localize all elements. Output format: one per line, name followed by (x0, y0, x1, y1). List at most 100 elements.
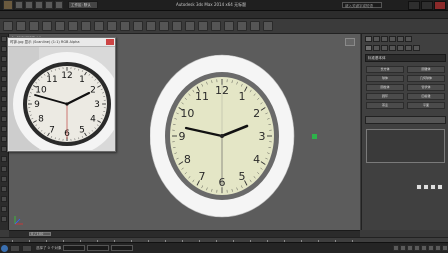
panel-icon[interactable] (430, 184, 436, 190)
object-type-grid: 长方体 圆锥体 球体 几何球体 圆柱体 管状体 圆环 四棱锥 茶壶 平面 (362, 64, 448, 111)
status-bar: 选择了 0 个对象 (0, 242, 448, 253)
save-file-icon[interactable] (35, 1, 43, 9)
link-icon[interactable] (29, 21, 39, 31)
strip-tool-icon[interactable] (1, 166, 7, 172)
object-type-button[interactable]: 圆柱体 (366, 84, 404, 91)
next-frame-icon[interactable] (414, 245, 420, 251)
new-file-icon[interactable] (15, 1, 23, 9)
time-slider[interactable]: 0 / 100 (9, 230, 360, 237)
app-title: Autodesk 3ds Max 2014 x64 无标题 (176, 2, 246, 8)
go-to-end-icon[interactable] (421, 245, 427, 251)
play-icon[interactable] (407, 245, 413, 251)
angle-snap-icon[interactable] (159, 21, 169, 31)
strip-tool-icon[interactable] (1, 156, 7, 162)
object-type-button[interactable]: 球体 (366, 75, 404, 82)
clock-numeral: 7 (199, 170, 206, 183)
viewcube-icon[interactable] (345, 38, 355, 46)
name-and-color-field[interactable] (365, 116, 446, 124)
image-viewer-window[interactable]: 时钟.jpg 显示 (Scanline) (1:1) RGB Alpha 121… (7, 37, 116, 152)
curve-editor-icon[interactable] (211, 21, 221, 31)
transform-gizmo[interactable] (312, 134, 317, 139)
display-tab-icon[interactable] (397, 36, 404, 42)
clock-numeral: 11 (46, 75, 57, 85)
search-input[interactable]: 键入关键字或短语 (342, 2, 382, 8)
undo-tool-icon[interactable] (3, 21, 13, 31)
redo-icon[interactable] (55, 1, 63, 9)
strip-tool-icon[interactable] (1, 176, 7, 182)
prev-frame-icon[interactable] (400, 245, 406, 251)
render-setup-icon[interactable] (250, 21, 260, 31)
primitive-type-dropdown[interactable]: 标准基本体 (365, 54, 446, 62)
image-window-close-button[interactable] (106, 39, 114, 45)
helpers-category-icon[interactable] (397, 45, 404, 51)
taskbar-app[interactable] (10, 245, 20, 252)
x-coord-field[interactable] (63, 245, 85, 251)
mirror-icon[interactable] (172, 21, 182, 31)
geometry-category-icon[interactable] (365, 45, 372, 51)
rotate-icon[interactable] (120, 21, 130, 31)
modify-tab-icon[interactable] (373, 36, 380, 42)
playback-controls (392, 245, 448, 251)
strip-tool-icon[interactable] (1, 206, 7, 212)
go-to-start-icon[interactable] (393, 245, 399, 251)
image-window-titlebar[interactable]: 时钟.jpg 显示 (Scanline) (1:1) RGB Alpha (8, 38, 115, 47)
select-icon[interactable] (68, 21, 78, 31)
bind-icon[interactable] (55, 21, 65, 31)
panel-icon[interactable] (423, 184, 429, 190)
clock-numeral: 9 (34, 100, 40, 110)
object-type-button[interactable]: 几何球体 (407, 75, 445, 82)
orbit-icon[interactable] (435, 245, 441, 251)
panel-icon[interactable] (437, 184, 443, 190)
region-icon[interactable] (94, 21, 104, 31)
redo-tool-icon[interactable] (16, 21, 26, 31)
z-coord-field[interactable] (111, 245, 133, 251)
unlink-icon[interactable] (42, 21, 52, 31)
maximize-button[interactable] (421, 1, 433, 10)
workspace-dropdown[interactable]: 工作区: 默认 (68, 1, 98, 9)
create-tab-icon[interactable] (365, 36, 372, 42)
app-logo-icon[interactable] (3, 0, 13, 10)
move-icon[interactable] (107, 21, 117, 31)
panel-icon[interactable] (416, 184, 422, 190)
object-type-button[interactable]: 长方体 (366, 66, 404, 73)
strip-tool-icon[interactable] (1, 216, 7, 222)
close-button[interactable] (434, 1, 446, 10)
material-editor-icon[interactable] (237, 21, 247, 31)
pan-icon[interactable] (442, 245, 448, 251)
object-type-button[interactable]: 茶壶 (366, 102, 404, 109)
shapes-category-icon[interactable] (373, 45, 380, 51)
undo-icon[interactable] (45, 1, 53, 9)
command-panel-tabs (362, 34, 448, 43)
render-icon[interactable] (263, 21, 273, 31)
object-type-button[interactable]: 圆锥体 (407, 66, 445, 73)
utilities-tab-icon[interactable] (405, 36, 412, 42)
clock-numeral: 1 (79, 75, 85, 85)
select-by-name-icon[interactable] (81, 21, 91, 31)
zoom-icon[interactable] (428, 245, 434, 251)
spacewarps-category-icon[interactable] (405, 45, 412, 51)
object-type-button[interactable]: 管状体 (407, 84, 445, 91)
align-icon[interactable] (185, 21, 195, 31)
main-toolbar (0, 19, 448, 34)
start-button-icon[interactable] (1, 245, 8, 252)
object-type-button[interactable]: 四棱锥 (407, 93, 445, 100)
minimize-button[interactable] (408, 1, 420, 10)
y-coord-field[interactable] (87, 245, 109, 251)
cameras-category-icon[interactable] (389, 45, 396, 51)
snap-icon[interactable] (146, 21, 156, 31)
parameters-rollout[interactable] (366, 129, 445, 163)
lights-category-icon[interactable] (381, 45, 388, 51)
systems-category-icon[interactable] (413, 45, 420, 51)
open-file-icon[interactable] (25, 1, 33, 9)
taskbar-app[interactable] (22, 245, 32, 252)
object-type-button[interactable]: 平面 (407, 102, 445, 109)
strip-tool-icon[interactable] (1, 196, 7, 202)
schematic-icon[interactable] (224, 21, 234, 31)
hierarchy-tab-icon[interactable] (381, 36, 388, 42)
motion-tab-icon[interactable] (389, 36, 396, 42)
strip-tool-icon[interactable] (1, 186, 7, 192)
scale-icon[interactable] (133, 21, 143, 31)
layer-icon[interactable] (198, 21, 208, 31)
object-type-button[interactable]: 圆环 (366, 93, 404, 100)
clock-model[interactable]: 121234567891011 (150, 54, 295, 219)
